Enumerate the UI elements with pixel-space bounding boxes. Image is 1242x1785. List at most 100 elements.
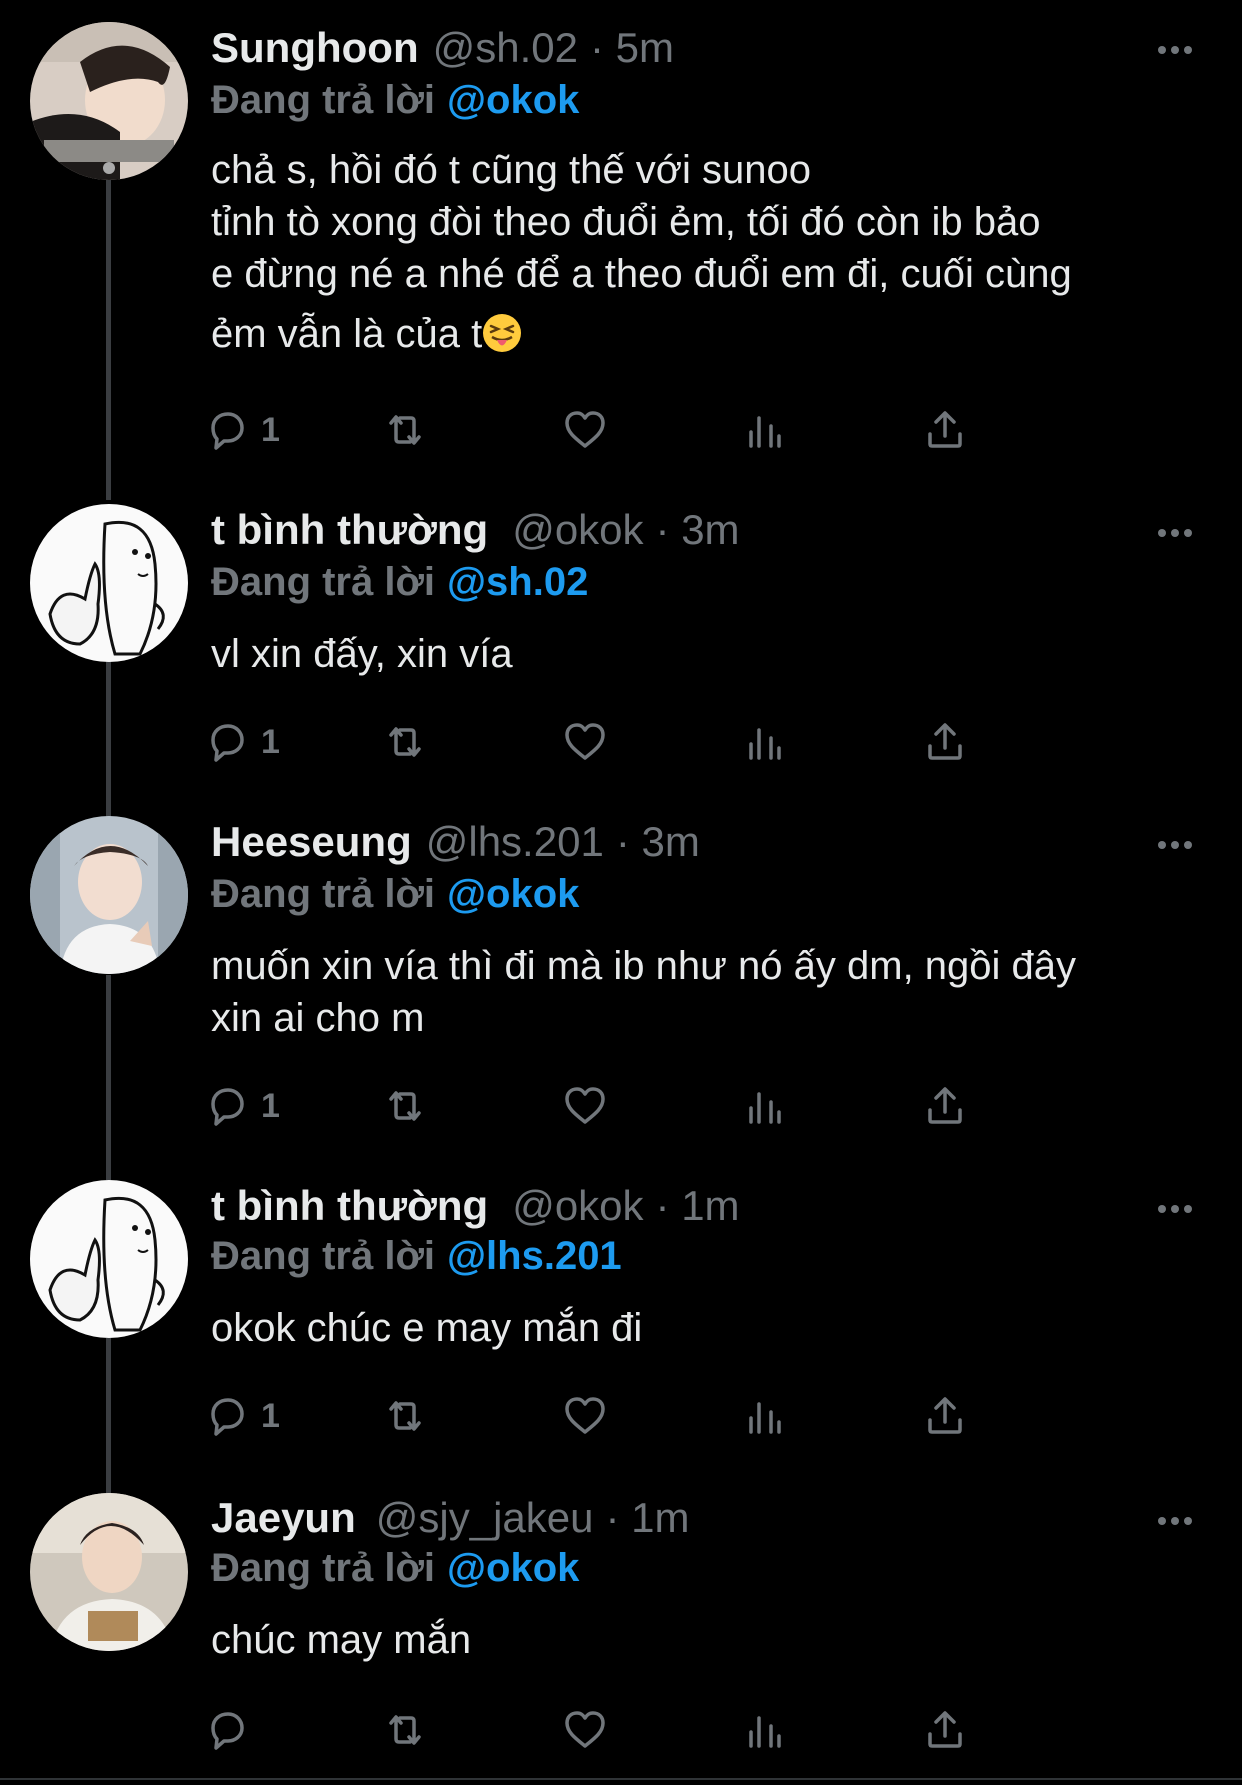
timestamp[interactable]: · 3m: [616, 818, 700, 866]
tweet-text: okok chúc e may mắn đi: [211, 1302, 1211, 1354]
more-icon[interactable]: [1158, 1517, 1192, 1525]
tweet-header: t bình thường @okok · 3m: [211, 506, 740, 558]
retweet-button[interactable]: [381, 1080, 429, 1132]
retweet-button[interactable]: [381, 404, 429, 456]
replying-to-handle[interactable]: @okok: [447, 1546, 579, 1590]
retweet-icon: [389, 1091, 421, 1121]
views-button[interactable]: [741, 1390, 789, 1442]
share-icon: [928, 1397, 962, 1434]
text-line: e đừng né a nhé để a theo đuổi em đi, cu…: [211, 252, 1072, 296]
thread-line: [106, 660, 111, 820]
tweet-header: t bình thường @okok · 1m: [211, 1182, 740, 1234]
timestamp[interactable]: · 5m: [590, 24, 674, 72]
display-name[interactable]: t bình thường: [211, 1182, 488, 1230]
text-line: muốn xin vía thì đi mà ib như nó ấy dm, …: [211, 944, 1077, 988]
thread-line: [106, 975, 111, 1180]
text-line: xin ai cho m: [211, 996, 425, 1040]
replying-to: Đang trả lời @okok: [211, 872, 579, 917]
tweet-text: chúc may mắn: [211, 1614, 1211, 1666]
replying-to-label: Đang trả lời: [211, 1546, 436, 1590]
share-button[interactable]: [921, 1390, 969, 1442]
tweet-text: chả s, hồi đó t cũng thế với sunoo tỉnh …: [211, 144, 1211, 360]
like-button[interactable]: [561, 1390, 609, 1442]
reply-count: 1: [261, 1086, 280, 1125]
share-button[interactable]: [921, 1080, 969, 1132]
share-button[interactable]: [921, 1704, 969, 1756]
more-icon[interactable]: [1158, 529, 1192, 537]
replying-to-handle[interactable]: @okok: [447, 872, 579, 916]
reply-button[interactable]: 1: [203, 1080, 280, 1132]
views-button[interactable]: [741, 404, 789, 456]
display-name[interactable]: Heeseung: [211, 818, 412, 866]
reply-icon: [211, 412, 244, 450]
replying-to: Đang trả lời @sh.02: [211, 560, 588, 605]
share-icon: [928, 1711, 962, 1748]
share-button[interactable]: [921, 404, 969, 456]
more-icon[interactable]: [1158, 1205, 1192, 1213]
views-button[interactable]: [741, 716, 789, 768]
text-line: tỉnh tò xong đòi theo đuổi ẻm, tối đó cò…: [211, 200, 1041, 244]
reply-button[interactable]: [203, 1704, 261, 1756]
share-icon: [928, 723, 962, 760]
replying-to-handle[interactable]: @sh.02: [447, 560, 588, 604]
user-handle[interactable]: @okok: [512, 506, 643, 554]
retweet-button[interactable]: [381, 1390, 429, 1442]
views-icon: [749, 416, 781, 448]
replying-to-handle[interactable]: @lhs.201: [447, 1234, 622, 1278]
retweet-button[interactable]: [381, 1704, 429, 1756]
reply-button[interactable]: 1: [203, 716, 280, 768]
share-icon: [928, 411, 962, 448]
action-bar: [211, 1704, 1091, 1756]
views-button[interactable]: [741, 1704, 789, 1756]
text-line: vl xin đấy, xin vía: [211, 632, 513, 676]
user-handle[interactable]: @lhs.201: [426, 818, 604, 866]
tweet-header: Heeseung @lhs.201 · 3m: [211, 818, 700, 870]
replying-to-label: Đang trả lời: [211, 1234, 436, 1278]
display-name[interactable]: t bình thường: [211, 506, 488, 554]
timestamp[interactable]: · 1m: [605, 1494, 689, 1542]
reply-count: 1: [261, 722, 280, 761]
replying-to-handle[interactable]: @okok: [447, 78, 579, 122]
reply-button[interactable]: 1: [203, 1390, 280, 1442]
display-name[interactable]: Jaeyun: [211, 1494, 356, 1542]
like-button[interactable]: [561, 1080, 609, 1132]
like-icon: [565, 411, 605, 448]
timestamp[interactable]: · 3m: [656, 506, 740, 554]
user-handle[interactable]: @sh.02: [433, 24, 578, 72]
reply-icon: [211, 1712, 244, 1750]
user-handle[interactable]: @okok: [512, 1182, 643, 1230]
squinting-tongue-face-icon: [483, 314, 522, 352]
more-icon[interactable]: [1158, 46, 1192, 54]
like-button[interactable]: [561, 716, 609, 768]
timestamp[interactable]: · 1m: [656, 1182, 740, 1230]
share-icon: [928, 1087, 962, 1124]
views-icon: [749, 1092, 781, 1124]
avatar[interactable]: [30, 1493, 188, 1651]
text-line: ẻm vẫn là của t: [211, 312, 483, 356]
like-icon: [565, 723, 605, 760]
like-icon: [565, 1087, 605, 1124]
share-button[interactable]: [921, 716, 969, 768]
text-line: okok chúc e may mắn đi: [211, 1306, 643, 1350]
like-icon: [565, 1711, 605, 1748]
action-bar: 1: [211, 716, 1091, 768]
reply-icon: [211, 1088, 244, 1126]
avatar[interactable]: [30, 1180, 188, 1338]
reply-icon: [211, 1398, 244, 1436]
action-bar: 1: [211, 1390, 1091, 1442]
like-icon: [565, 1397, 605, 1434]
avatar[interactable]: [30, 22, 188, 180]
display-name[interactable]: Sunghoon: [211, 24, 419, 72]
avatar[interactable]: [30, 816, 188, 974]
views-icon: [749, 728, 781, 760]
tweet-header: Jaeyun @sjy_jakeu · 1m: [211, 1494, 689, 1546]
avatar[interactable]: [30, 504, 188, 662]
retweet-button[interactable]: [381, 716, 429, 768]
views-button[interactable]: [741, 1080, 789, 1132]
tweet-text: muốn xin vía thì đi mà ib như nó ấy dm, …: [211, 940, 1211, 1044]
reply-button[interactable]: 1: [203, 404, 280, 456]
like-button[interactable]: [561, 404, 609, 456]
user-handle[interactable]: @sjy_jakeu: [376, 1494, 594, 1542]
more-icon[interactable]: [1158, 841, 1192, 849]
like-button[interactable]: [561, 1704, 609, 1756]
